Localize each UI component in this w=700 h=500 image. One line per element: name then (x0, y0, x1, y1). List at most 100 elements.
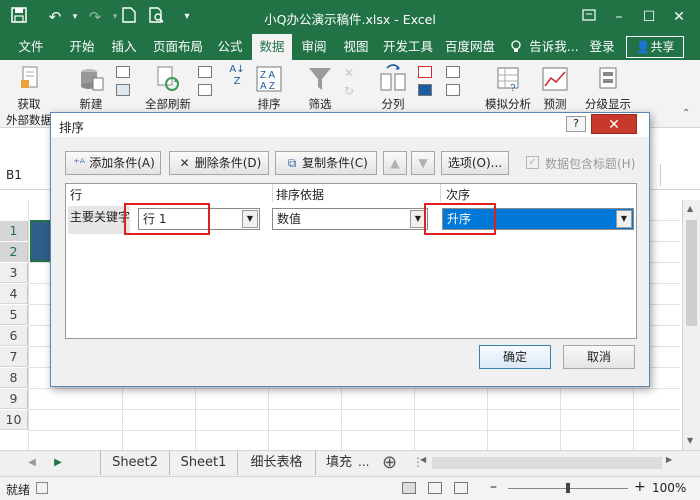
sheet-tab-fill[interactable]: 填充 (316, 451, 362, 475)
tab-data[interactable]: 数据 (252, 34, 292, 60)
chevron-down-icon[interactable]: ▼ (242, 210, 258, 228)
lightbulb-icon[interactable] (508, 34, 524, 60)
dialog-close-button[interactable]: ✕ (591, 114, 637, 134)
sort-dialog: 排序 ? ✕ ⁺ᴬ 添加条件(A) ✕ 删除条件(D) ⧉ 复制条件(C) ▲ ▼ 选… (50, 112, 650, 387)
share-button[interactable]: 👤共享 (626, 36, 684, 58)
tell-me-box[interactable]: 告诉我... (526, 34, 582, 60)
sort-button[interactable]: Z AA Z 排序 (252, 64, 286, 112)
dialog-title: 排序 (59, 120, 85, 135)
sort-on-select[interactable]: 数值 ▼ (272, 208, 428, 230)
row-header-8[interactable]: 8 (0, 368, 28, 388)
text-to-columns-button[interactable]: 分列 (374, 64, 412, 112)
minimize-icon[interactable]: – (604, 5, 634, 29)
delete-level-label: 删除条件(D) (194, 156, 262, 170)
scroll-left-icon[interactable]: ◀ (420, 455, 426, 464)
tab-developer[interactable]: 开发工具 (378, 34, 438, 60)
flash-fill-icon[interactable] (418, 66, 432, 78)
page-break-view-icon[interactable] (454, 482, 468, 494)
copy-level-button[interactable]: ⧉ 复制条件(C) (275, 151, 377, 175)
ok-button[interactable]: 确定 (479, 345, 551, 369)
remove-duplicates-icon[interactable] (418, 84, 432, 96)
horizontal-scrollbar[interactable] (432, 457, 662, 469)
filter-button[interactable]: 筛选 (300, 64, 340, 112)
svg-text:Z A: Z A (260, 70, 275, 81)
row-header-5[interactable]: 5 (0, 305, 28, 325)
maximize-icon[interactable]: ☐ (634, 5, 664, 29)
add-level-button[interactable]: ⁺ᴬ 添加条件(A) (65, 151, 161, 175)
macro-record-icon[interactable] (36, 482, 48, 494)
move-up-button[interactable]: ▲ (383, 151, 407, 175)
page-layout-view-icon[interactable] (428, 482, 442, 494)
sort-az-button[interactable]: A↓ Z (228, 64, 246, 88)
sort-az-icon: A↓ Z (229, 64, 245, 87)
scroll-down-icon[interactable]: ▼ (687, 436, 693, 445)
sheet-tab-slim-table[interactable]: 细长表格 (238, 451, 316, 475)
cancel-button[interactable]: 取消 (563, 345, 635, 369)
consolidate-icon[interactable] (446, 66, 460, 78)
tab-formulas[interactable]: 公式 (210, 34, 250, 60)
help-button[interactable]: ? (566, 116, 586, 132)
row-header-6[interactable]: 6 (0, 326, 28, 346)
column-header-row: 行 (70, 188, 83, 202)
tab-insert[interactable]: 插入 (104, 34, 144, 60)
outline-button[interactable]: 分级显示 (580, 64, 636, 112)
sheet-tab-sheet2[interactable]: Sheet2 (100, 451, 170, 475)
scroll-right-icon[interactable]: ▶ (666, 455, 672, 464)
clear-filter-icon: ✕ (344, 66, 355, 80)
zoom-out-icon[interactable]: – (490, 479, 497, 495)
row-header-2[interactable]: 2 (0, 242, 28, 262)
sheet-tab-sheet1[interactable]: Sheet1 (170, 451, 238, 475)
forecast-icon (541, 64, 569, 94)
copy-level-label: 复制条件(C) (302, 156, 368, 170)
ribbon-display-icon[interactable] (574, 5, 604, 29)
scrollbar-thumb[interactable] (686, 220, 697, 326)
tab-home[interactable]: 开始 (62, 34, 102, 60)
add-level-icon: ⁺ᴬ (73, 156, 85, 170)
options-button[interactable]: 选项(O)... (441, 151, 509, 175)
what-if-analysis-button[interactable]: ? 模拟分析 (480, 64, 536, 112)
show-queries-icon[interactable] (116, 66, 130, 78)
close-window-icon[interactable]: ✕ (664, 5, 694, 29)
zoom-slider-thumb[interactable] (566, 483, 570, 493)
more-sheets[interactable]: ... (358, 455, 369, 469)
filter-label: 筛选 (308, 97, 332, 111)
tab-view[interactable]: 视图 (336, 34, 376, 60)
outline-icon (594, 64, 622, 94)
properties-icon[interactable] (198, 84, 212, 96)
tab-file[interactable]: 文件 (8, 34, 54, 60)
new-query-icon (77, 64, 105, 94)
next-sheet-icon[interactable]: ▶ (50, 455, 66, 471)
tab-baidu-netdisk[interactable]: 百度网盘 (440, 34, 500, 60)
normal-view-icon[interactable] (402, 482, 416, 494)
move-down-button[interactable]: ▼ (411, 151, 435, 175)
row-header-3[interactable]: 3 (0, 263, 28, 283)
reapply-icon: ↻ (344, 84, 355, 98)
row-header-4[interactable]: 4 (0, 284, 28, 304)
row-header-9[interactable]: 9 (0, 389, 28, 409)
login-link[interactable]: 登录 (584, 34, 620, 60)
connections-icon[interactable] (198, 66, 212, 78)
new-query-button[interactable]: 新建 (68, 64, 114, 112)
chevron-down-icon[interactable]: ▼ (616, 210, 632, 228)
prev-sheet-icon[interactable]: ◀ (24, 455, 40, 471)
row-header-7[interactable]: 7 (0, 347, 28, 367)
row-header-1[interactable]: 1 (0, 221, 28, 241)
vertical-scrollbar[interactable]: ▲ ▼ (682, 200, 700, 450)
relationships-icon[interactable] (446, 84, 460, 96)
get-external-data-button[interactable]: 获取 外部数据 (2, 64, 56, 128)
tab-review[interactable]: 审阅 (294, 34, 334, 60)
refresh-all-button[interactable]: 全部刷新 (140, 64, 196, 112)
split-columns-icon (379, 64, 407, 94)
zoom-in-icon[interactable]: + (634, 479, 646, 495)
zoom-level[interactable]: 100% (652, 481, 686, 495)
from-table-icon[interactable] (116, 84, 130, 96)
tab-page-layout[interactable]: 页面布局 (148, 34, 208, 60)
add-sheet-icon[interactable]: ⊕ (382, 452, 397, 473)
forecast-button[interactable]: 预测 (538, 64, 572, 112)
header-divider (440, 184, 441, 202)
delete-level-button[interactable]: ✕ 删除条件(D) (169, 151, 269, 175)
scroll-up-icon[interactable]: ▲ (687, 204, 693, 213)
row-header-10[interactable]: 10 (0, 410, 28, 430)
sort-on-value: 数值 (277, 212, 302, 226)
collapse-ribbon-icon[interactable]: ⌃ (682, 108, 690, 119)
